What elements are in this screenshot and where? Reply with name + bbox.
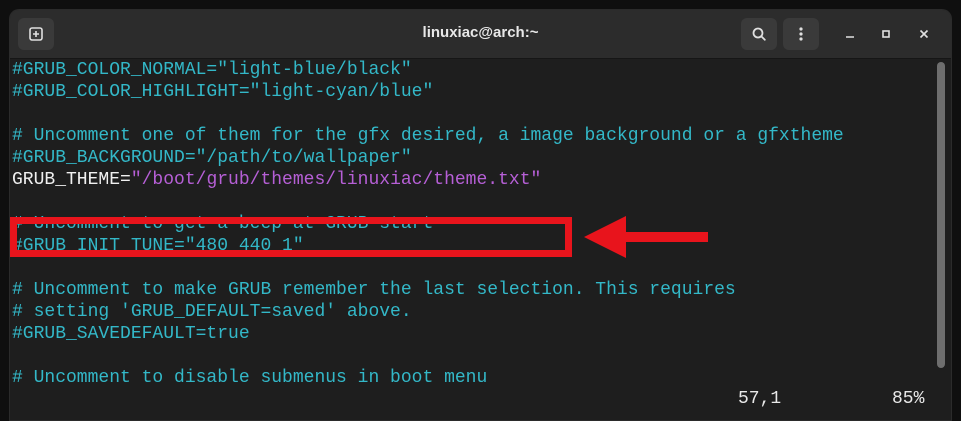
minimize-button[interactable] [838,22,862,46]
title-bar: linuxiac@arch:~ [10,10,951,59]
arrow-left-icon [584,216,708,258]
grub-theme-key: GRUB_THEME= [12,170,131,190]
code-line: # setting 'GRUB_DEFAULT=saved' above. [12,302,412,322]
grub-theme-line: GRUB_THEME="/boot/grub/themes/linuxiac/t… [12,169,541,191]
terminal-window: linuxiac@arch:~ #GRUB_COLOR_NORMAL="ligh… [10,10,951,420]
code-line: #GRUB_COLOR_NORMAL="light-blue/black" [12,60,412,80]
code-line: # Uncomment one of them for the gfx desi… [12,126,844,146]
kebab-menu-icon [799,27,803,41]
menu-button[interactable] [783,18,819,50]
code-line: #GRUB_COLOR_HIGHLIGHT="light-cyan/blue" [12,82,434,102]
terminal-content[interactable]: #GRUB_COLOR_NORMAL="light-blue/black" #G… [10,59,935,420]
cursor-position: 57,1 [738,389,782,409]
search-icon [752,27,766,41]
code-line: #GRUB_SAVEDEFAULT=true [12,324,250,344]
code-line: # Uncomment to make GRUB remember the la… [12,280,736,300]
scrollbar[interactable] [937,62,945,368]
search-button[interactable] [741,18,777,50]
code-line: #GRUB_BACKGROUND="/path/to/wallpaper" [12,148,412,168]
code-line: # Uncomment to disable submenus in boot … [12,368,488,388]
maximize-icon [882,30,890,38]
close-icon [919,29,929,39]
minimize-icon [846,36,854,38]
maximize-button[interactable] [874,22,898,46]
scroll-percent: 85% [892,389,925,409]
highlight-box [10,217,572,257]
close-button[interactable] [912,22,936,46]
grub-theme-value: "/boot/grub/themes/linuxiac/theme.txt" [130,170,542,190]
